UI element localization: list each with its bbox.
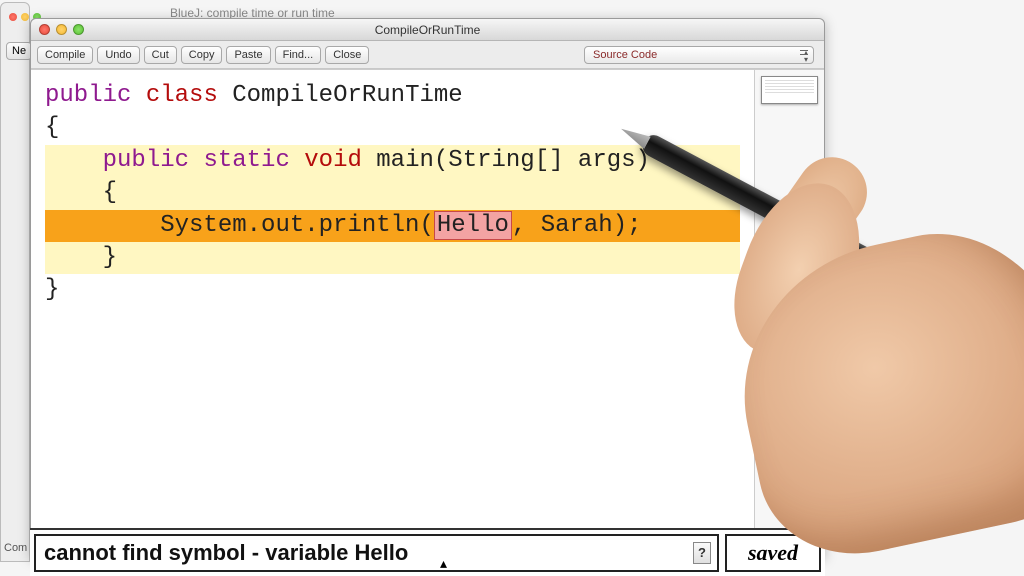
error-token: Hello	[434, 211, 512, 240]
class-name: CompileOrRunTime	[218, 82, 463, 109]
traffic-lights[interactable]	[39, 24, 84, 35]
zoom-icon[interactable]	[73, 24, 84, 35]
println-post: , Sarah);	[512, 212, 642, 239]
chevron-updown-icon: ▴▾	[804, 49, 808, 63]
editor-window: CompileOrRunTime Compile Undo Cut Copy P…	[30, 18, 825, 558]
cursor-icon: ▴	[440, 555, 447, 572]
kw-public2: public	[103, 147, 189, 174]
bg-new-button[interactable]: Ne	[6, 42, 32, 60]
error-line: System.out.println(Hello, Sarah);	[45, 210, 740, 242]
view-mode-label: Source Code	[593, 49, 657, 61]
toolbar: Compile Undo Cut Copy Paste Find... Clos…	[31, 41, 824, 69]
kw-void: void	[304, 147, 362, 174]
code-content[interactable]: public class CompileOrRunTime { public s…	[31, 70, 754, 317]
kw-class: class	[146, 82, 218, 109]
brace-open: {	[45, 114, 59, 141]
overview-thumb[interactable]	[761, 76, 818, 104]
close-button[interactable]: Close	[325, 46, 369, 64]
save-status: saved	[725, 534, 821, 572]
status-bar: cannot find symbol - variable Hello ? sa…	[30, 528, 825, 576]
println-pre: System.out.println(	[45, 212, 434, 239]
bg-partial-label: Com	[4, 542, 27, 554]
method-brace-open: {	[45, 177, 740, 209]
close-icon[interactable]	[39, 24, 50, 35]
window-title: CompileOrRunTime	[375, 23, 481, 37]
code-pane[interactable]: public class CompileOrRunTime { public s…	[31, 70, 754, 557]
method-block-hl: public static void main(String[] args)	[45, 145, 740, 177]
titlebar: CompileOrRunTime	[31, 19, 824, 41]
method-sig: main(String[] args)	[362, 147, 650, 174]
compiler-error-text: cannot find symbol - variable Hello	[44, 540, 408, 566]
kw-public: public	[45, 82, 131, 109]
view-mode-select[interactable]: Source Code ▴▾	[584, 46, 814, 64]
overview-pane[interactable]	[754, 70, 824, 557]
compile-button[interactable]: Compile	[37, 46, 93, 64]
copy-button[interactable]: Copy	[181, 46, 223, 64]
help-button[interactable]: ?	[693, 542, 711, 564]
find-button[interactable]: Find...	[275, 46, 322, 64]
undo-button[interactable]: Undo	[97, 46, 139, 64]
kw-static: static	[203, 147, 289, 174]
method-brace-close: }	[45, 242, 740, 274]
minimize-icon[interactable]	[56, 24, 67, 35]
compiler-error-box: cannot find symbol - variable Hello ?	[34, 534, 719, 572]
editor-body: public class CompileOrRunTime { public s…	[31, 69, 824, 557]
background-window	[0, 2, 30, 562]
cut-button[interactable]: Cut	[144, 46, 177, 64]
brace-close: }	[45, 276, 59, 303]
paste-button[interactable]: Paste	[226, 46, 270, 64]
